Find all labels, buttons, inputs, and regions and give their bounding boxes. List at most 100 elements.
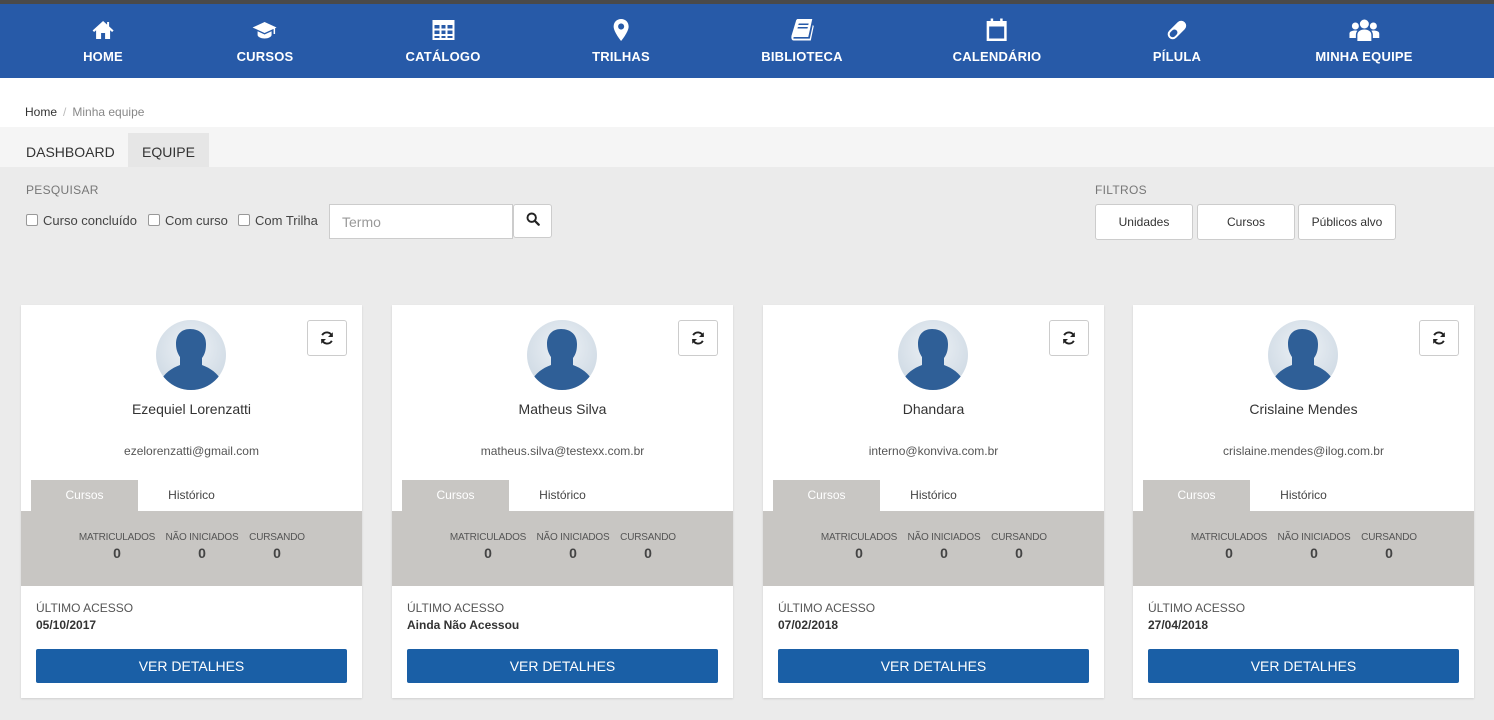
nav-trilhas[interactable]: TRILHAS: [592, 4, 650, 78]
nav-calendario[interactable]: CALENDÁRIO: [953, 4, 1042, 78]
map-marker-icon: [592, 18, 650, 44]
refresh-button[interactable]: [678, 320, 718, 356]
checkbox-com-curso[interactable]: Com curso: [148, 213, 228, 228]
ver-detalhes-button[interactable]: VER DETALHES: [778, 649, 1089, 683]
refresh-icon: [692, 331, 704, 345]
stats-panel: MATRICULADOS 0 NÃO INICIADOS 0 CURSANDO …: [1133, 511, 1474, 586]
last-access-label: ÚLTIMO ACESSO: [1148, 601, 1246, 615]
stat-label: CURSANDO: [1361, 532, 1417, 543]
card-tab-historico[interactable]: Histórico: [509, 480, 616, 511]
checkbox-curso-concluido[interactable]: Curso concluído: [26, 213, 137, 228]
stat-value: 0: [569, 545, 577, 561]
user-silhouette-icon: [160, 329, 222, 390]
book-icon: [761, 18, 842, 44]
tab-equipe[interactable]: EQUIPE: [128, 133, 209, 167]
user-silhouette-icon: [531, 329, 593, 390]
calendar-icon: [953, 18, 1042, 44]
stat-label: MATRICULADOS: [1190, 532, 1268, 543]
member-email: crislaine.mendes@ilog.com.br: [1223, 444, 1384, 458]
user-silhouette-icon: [1272, 329, 1334, 390]
stat-value: 0: [113, 545, 121, 561]
checkbox-box[interactable]: [26, 213, 38, 226]
stat-label: MATRICULADOS: [78, 532, 156, 543]
nav-home[interactable]: HOME: [83, 4, 123, 78]
card-tab-cursos[interactable]: Cursos: [773, 480, 880, 511]
stat-value: 0: [273, 545, 281, 561]
nav-catalogo[interactable]: CATÁLOGO: [405, 4, 480, 78]
search-section-label: PESQUISAR: [26, 183, 99, 197]
last-access-label: ÚLTIMO ACESSO: [36, 601, 134, 615]
nav-cursos[interactable]: CURSOS: [237, 4, 294, 78]
breadcrumb-bar: Home / Minha equipe: [0, 78, 1494, 127]
tab-dashboard[interactable]: DASHBOARD: [12, 133, 129, 167]
refresh-button[interactable]: [1049, 320, 1089, 356]
checkbox-label: Com Trilha: [255, 213, 318, 228]
home-icon: [83, 18, 123, 44]
member-card: Matheus Silva matheus.silva@testexx.com.…: [392, 305, 733, 698]
nav-minha-equipe[interactable]: MINHA EQUIPE: [1315, 4, 1412, 78]
breadcrumb-home-link[interactable]: Home: [25, 105, 57, 119]
stat-nao-iniciados: NÃO INICIADOS 0: [166, 532, 239, 561]
refresh-icon: [1063, 331, 1075, 345]
stat-value: 0: [940, 545, 948, 561]
last-access-value: 07/02/2018: [778, 618, 839, 632]
search-button[interactable]: [513, 204, 552, 238]
checkbox-label: Com curso: [165, 213, 228, 228]
filter-unidades-button[interactable]: Unidades: [1095, 204, 1193, 240]
stat-cursando: CURSANDO 0: [991, 532, 1047, 561]
pill-icon: [1153, 18, 1201, 44]
stat-matriculados: MATRICULADOS 0: [1190, 532, 1268, 561]
ver-detalhes-button[interactable]: VER DETALHES: [407, 649, 718, 683]
stat-label: NÃO INICIADOS: [536, 532, 610, 543]
member-email: interno@konviva.com.br: [868, 444, 999, 458]
search-input[interactable]: [329, 204, 513, 239]
member-name: Dhandara: [902, 401, 965, 417]
stat-value: 0: [1015, 545, 1023, 561]
card-tab-historico[interactable]: Histórico: [880, 480, 987, 511]
filter-publicos-alvo-button[interactable]: Públicos alvo: [1298, 204, 1396, 240]
search-icon: [526, 212, 540, 231]
stat-label: CURSANDO: [249, 532, 305, 543]
graduation-cap-icon: [237, 18, 294, 44]
stat-value: 0: [1225, 545, 1233, 561]
stat-nao-iniciados: NÃO INICIADOS 0: [908, 532, 981, 561]
stat-value: 0: [198, 545, 206, 561]
stats-panel: MATRICULADOS 0 NÃO INICIADOS 0 CURSANDO …: [21, 511, 362, 586]
last-access-label: ÚLTIMO ACESSO: [778, 601, 876, 615]
avatar: [898, 320, 968, 390]
member-email: ezelorenzatti@gmail.com: [124, 444, 259, 458]
card-tab-cursos[interactable]: Cursos: [1143, 480, 1250, 511]
last-access-value: Ainda Não Acessou: [407, 618, 520, 632]
stat-label: NÃO INICIADOS: [165, 532, 239, 543]
users-icon: [1315, 18, 1412, 44]
checkbox-box[interactable]: [148, 213, 160, 226]
card-tab-cursos[interactable]: Cursos: [402, 480, 509, 511]
nav-pilula[interactable]: PÍLULA: [1153, 4, 1201, 78]
checkbox-box[interactable]: [238, 213, 250, 226]
card-tab-historico[interactable]: Histórico: [138, 480, 245, 511]
stat-matriculados: MATRICULADOS 0: [449, 532, 527, 561]
refresh-button[interactable]: [307, 320, 347, 356]
nav-biblioteca[interactable]: BIBLIOTECA: [761, 4, 843, 78]
stat-label: CURSANDO: [991, 532, 1047, 543]
stat-label: NÃO INICIADOS: [1277, 532, 1351, 543]
refresh-button[interactable]: [1419, 320, 1459, 356]
stat-cursando: CURSANDO 0: [1361, 532, 1417, 561]
card-tab-cursos[interactable]: Cursos: [31, 480, 138, 511]
member-name: Crislaine Mendes: [1249, 401, 1358, 417]
checkbox-com-trilha[interactable]: Com Trilha: [238, 213, 318, 228]
member-card: Dhandara interno@konviva.com.br Cursos H…: [763, 305, 1104, 698]
stats-panel: MATRICULADOS 0 NÃO INICIADOS 0 CURSANDO …: [392, 511, 733, 586]
stat-label: MATRICULADOS: [449, 532, 527, 543]
ver-detalhes-button[interactable]: VER DETALHES: [36, 649, 347, 683]
avatar: [1268, 320, 1338, 390]
breadcrumb-separator: /: [63, 105, 67, 119]
ver-detalhes-button[interactable]: VER DETALHES: [1148, 649, 1459, 683]
member-card: Crislaine Mendes crislaine.mendes@ilog.c…: [1133, 305, 1474, 698]
member-name: Ezequiel Lorenzatti: [131, 401, 252, 417]
filter-cursos-button[interactable]: Cursos: [1197, 204, 1295, 240]
table-icon: [405, 18, 480, 44]
user-silhouette-icon: [902, 329, 964, 390]
main-navbar: HOME CURSOS CATÁLOGO TRILHAS BIBLIOTECA …: [0, 4, 1494, 78]
card-tab-historico[interactable]: Histórico: [1250, 480, 1357, 511]
